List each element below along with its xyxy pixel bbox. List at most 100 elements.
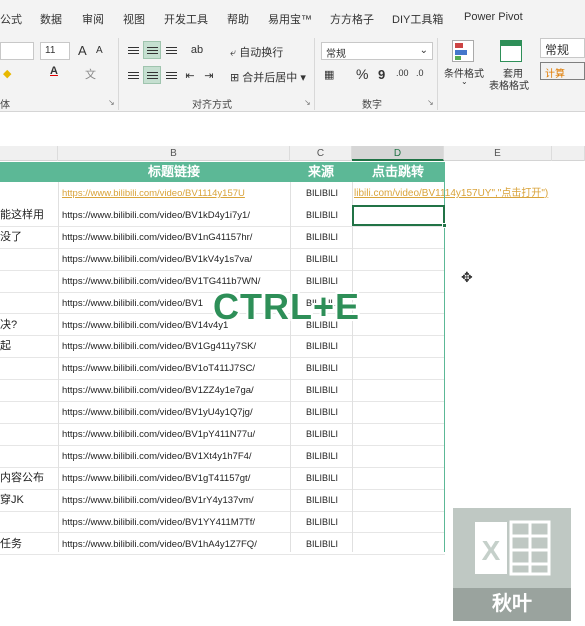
title-cell[interactable]: 穿JK xyxy=(0,490,58,512)
link-cell[interactable]: https://www.bilibili.com/video/BV1yU4y1Q… xyxy=(62,402,288,424)
alignment-dialog-launcher-icon[interactable]: ↘ xyxy=(304,98,311,107)
menu-help[interactable]: 帮助 xyxy=(227,11,249,27)
title-cell[interactable]: 没了 xyxy=(0,227,58,249)
link-cell[interactable]: https://www.bilibili.com/video/BV1Gg411y… xyxy=(62,336,288,358)
percent-style-button[interactable]: % xyxy=(356,66,368,82)
menu-data[interactable]: 数据 xyxy=(40,11,62,27)
source-cell[interactable]: BILIBILI xyxy=(306,205,352,227)
title-cell[interactable] xyxy=(0,512,58,534)
jump-cell[interactable] xyxy=(352,249,444,271)
source-cell[interactable]: BILIBILI xyxy=(306,402,352,424)
decrease-decimal-icon[interactable]: .0 xyxy=(416,68,424,78)
font-shrink-button[interactable]: A xyxy=(96,45,103,56)
title-cell[interactable] xyxy=(0,249,58,271)
menu-easyuse[interactable]: 易用宝™ xyxy=(268,11,312,27)
title-cell[interactable]: 能这样用 xyxy=(0,205,58,227)
title-cell[interactable] xyxy=(0,380,58,402)
title-cell[interactable] xyxy=(0,358,58,380)
link-cell[interactable]: https://www.bilibili.com/video/BV1ZZ4y1e… xyxy=(62,380,288,402)
link-cell[interactable]: https://www.bilibili.com/video/BV1hA4y1Z… xyxy=(62,534,288,556)
align-bottom-icon[interactable] xyxy=(162,41,180,59)
jump-cell[interactable] xyxy=(352,490,444,512)
source-cell[interactable]: BILIBILI xyxy=(306,182,352,205)
jump-cell[interactable] xyxy=(352,315,444,337)
header-source[interactable]: 来源 xyxy=(290,162,352,182)
jump-cell[interactable] xyxy=(352,227,444,249)
source-cell[interactable]: BILIBILI xyxy=(306,249,352,271)
merge-center-button[interactable]: ⊞ 合并后居中 ▾ xyxy=(230,69,306,85)
jump-cell[interactable] xyxy=(352,468,444,490)
column-header-d[interactable]: D xyxy=(352,146,444,161)
column-header-e[interactable]: E xyxy=(444,146,552,161)
fill-handle[interactable] xyxy=(442,223,447,228)
title-cell[interactable] xyxy=(0,402,58,424)
title-cell[interactable]: 决? xyxy=(0,315,58,337)
source-cell[interactable]: BILIBILI xyxy=(306,512,352,534)
increase-indent-icon[interactable]: ⇥ xyxy=(200,66,218,84)
menu-diy-toolbox[interactable]: DIY工具箱 xyxy=(392,11,443,27)
align-middle-icon[interactable] xyxy=(143,41,161,59)
number-dialog-launcher-icon[interactable]: ↘ xyxy=(427,98,434,107)
menu-power-pivot[interactable]: Power Pivot xyxy=(464,11,523,23)
source-cell[interactable]: BILIBILI xyxy=(306,490,352,512)
jump-cell[interactable] xyxy=(352,293,444,315)
link-cell[interactable]: https://www.bilibili.com/video/BV1114y15… xyxy=(62,182,288,205)
column-header-c[interactable]: C xyxy=(290,146,352,161)
wrap-text-button[interactable]: ⤶ 自动换行 xyxy=(230,44,283,60)
column-header-f[interactable] xyxy=(552,146,585,161)
source-cell[interactable]: BILIBILI xyxy=(306,534,352,556)
orientation-icon[interactable]: ab xyxy=(188,41,206,59)
jump-cell[interactable] xyxy=(352,402,444,424)
jump-cell[interactable] xyxy=(352,358,444,380)
jump-cell[interactable] xyxy=(352,271,444,293)
link-cell[interactable]: https://www.bilibili.com/video/BV1nG4115… xyxy=(62,227,288,249)
link-cell[interactable]: https://www.bilibili.com/video/BV1rY4y13… xyxy=(62,490,288,512)
link-cell[interactable]: https://www.bilibili.com/video/BV1kD4y1i… xyxy=(62,205,288,227)
font-grow-button[interactable]: A xyxy=(78,43,87,58)
header-title-link[interactable]: 标题链接 xyxy=(58,162,290,182)
title-cell[interactable]: 起 xyxy=(0,336,58,358)
selected-cell-d[interactable] xyxy=(352,205,447,228)
jump-cell[interactable] xyxy=(352,336,444,358)
title-cell[interactable] xyxy=(0,271,58,293)
font-name-box[interactable] xyxy=(0,42,34,60)
source-cell[interactable]: BILIBILI xyxy=(306,227,352,249)
column-header-b[interactable]: B xyxy=(58,146,290,161)
title-cell[interactable] xyxy=(0,424,58,446)
source-cell[interactable]: BILIBILI xyxy=(306,468,352,490)
jump-cell[interactable] xyxy=(352,446,444,468)
align-top-icon[interactable] xyxy=(124,41,142,59)
menu-review[interactable]: 审阅 xyxy=(82,11,104,27)
jump-cell[interactable] xyxy=(352,534,444,556)
font-size-box[interactable]: 11 xyxy=(40,42,70,60)
jump-cell[interactable] xyxy=(352,512,444,534)
link-cell[interactable]: https://www.bilibili.com/video/BV1Xt4y1h… xyxy=(62,446,288,468)
link-cell[interactable]: https://www.bilibili.com/video/BV1pY411N… xyxy=(62,424,288,446)
menu-view[interactable]: 视图 xyxy=(123,11,145,27)
menu-formulas[interactable]: 公式 xyxy=(0,11,22,27)
title-cell[interactable]: 内容公布 xyxy=(0,468,58,490)
number-format-select[interactable]: 常规 ⌄ xyxy=(321,42,433,60)
align-center-icon[interactable] xyxy=(143,66,161,84)
source-cell[interactable]: BILIBILI xyxy=(306,446,352,468)
source-cell[interactable]: BILIBILI xyxy=(306,424,352,446)
link-cell[interactable]: https://www.bilibili.com/video/BV1gT4115… xyxy=(62,468,288,490)
align-right-icon[interactable] xyxy=(162,66,180,84)
font-dialog-launcher-icon[interactable]: ↘ xyxy=(108,98,115,107)
formula-cell[interactable]: libili.com/video/BV1114y157UY","点击打开") xyxy=(354,182,585,205)
link-cell[interactable]: https://www.bilibili.com/video/BV1kV4y1s… xyxy=(62,249,288,271)
jump-cell[interactable] xyxy=(352,424,444,446)
accounting-format-icon[interactable]: ▦ xyxy=(324,68,334,81)
link-cell[interactable]: https://www.bilibili.com/video/BV1oT411J… xyxy=(62,358,288,380)
menu-developer[interactable]: 开发工具 xyxy=(164,11,208,27)
source-cell[interactable]: BILIBILI xyxy=(306,358,352,380)
title-cell[interactable] xyxy=(0,446,58,468)
align-left-icon[interactable] xyxy=(124,66,142,84)
phonetic-icon[interactable]: 文 xyxy=(85,66,96,82)
column-header-a[interactable] xyxy=(0,146,58,161)
menu-fangfang[interactable]: 方方格子 xyxy=(330,11,374,27)
table-format-button[interactable]: 表格格式 xyxy=(489,77,529,92)
title-cell[interactable] xyxy=(0,293,58,315)
source-cell[interactable]: BILIBILI xyxy=(306,380,352,402)
comma-style-button[interactable]: 9 xyxy=(378,67,385,82)
